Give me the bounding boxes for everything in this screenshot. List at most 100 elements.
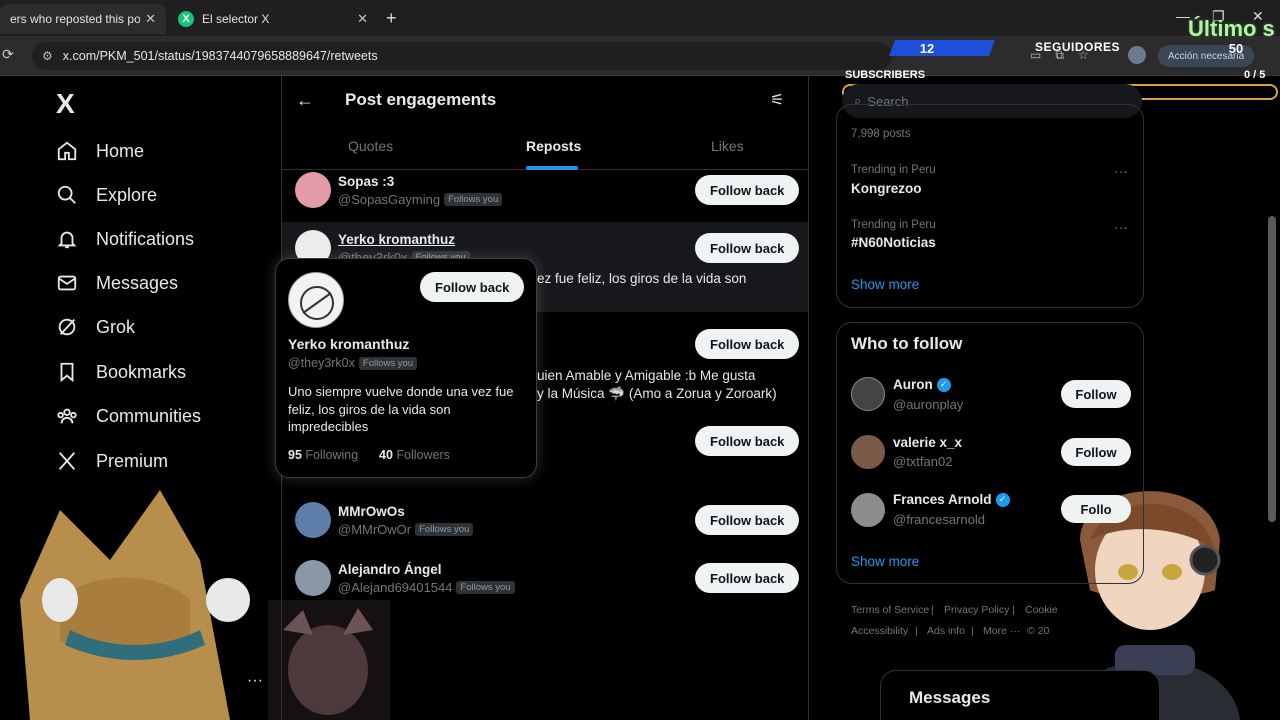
nav-label: Communities: [96, 405, 202, 426]
filter-icon[interactable]: ⚟: [770, 90, 784, 110]
nav-grok[interactable]: Grok: [56, 312, 135, 342]
footer-separator: |: [915, 625, 918, 637]
nav-label: Grok: [96, 316, 136, 337]
avatar[interactable]: [295, 502, 331, 538]
hover-card-handle: @they3rk0x Follows you: [288, 356, 418, 370]
footer-link[interactable]: Accessibility: [851, 625, 908, 637]
tab-quotes[interactable]: Quotes: [348, 138, 393, 154]
suggestion-name-text: valerie x_x: [893, 435, 963, 450]
user-handle: @MMrOwOr Follows you: [338, 522, 474, 537]
follow-back-button[interactable]: Follow back: [695, 329, 800, 359]
nav-label: Home: [96, 140, 145, 161]
follows-you-badge: Follows you: [415, 523, 474, 536]
close-tab-icon[interactable]: ✕: [145, 11, 156, 27]
user-bio-line: y la Música 🦈 (Amo a Zorua y Zoroark): [537, 386, 777, 401]
overlay-blue-banner: [889, 40, 995, 56]
suggestion-name-text: Frances Arnold: [893, 492, 992, 507]
who-to-follow-title: Who to follow: [851, 334, 963, 353]
user-bio: ez fue feliz, los giros de la vida son: [537, 271, 747, 286]
x-logo-icon[interactable]: X: [56, 88, 75, 120]
follow-back-button[interactable]: Follow back: [695, 426, 800, 456]
nav-label: Premium: [96, 450, 169, 471]
show-more-link[interactable]: Show more: [851, 277, 919, 292]
nav-communities[interactable]: Communities: [56, 401, 201, 431]
footer-link[interactable]: Cookie: [1025, 604, 1058, 616]
followers-link[interactable]: 40 Followers: [379, 448, 450, 462]
suggestion-name[interactable]: valerie x_x: [893, 435, 962, 450]
grok-icon: [56, 316, 78, 338]
nav-explore[interactable]: Explore: [56, 180, 157, 210]
user-name[interactable]: Sopas :3: [338, 174, 394, 189]
trend-name[interactable]: Kongrezoo: [851, 181, 922, 196]
nav-bookmarks[interactable]: Bookmarks: [56, 357, 186, 387]
follows-you-badge: Follows you: [444, 193, 503, 206]
user-name[interactable]: Alejandro Ángel: [338, 562, 442, 577]
follow-back-button[interactable]: Follow back: [695, 505, 800, 535]
overlay-left-count: 12: [919, 40, 935, 56]
hover-card-follow-back-button[interactable]: Follow back: [420, 272, 525, 302]
suggestion-name[interactable]: Frances Arnold ✓: [893, 492, 1010, 507]
home-icon: [56, 140, 78, 162]
page-scrollbar[interactable]: [1268, 216, 1276, 522]
follow-back-button[interactable]: Follow back: [695, 175, 800, 205]
trend-name[interactable]: #N60Noticias: [851, 235, 936, 250]
back-arrow-icon[interactable]: ←: [296, 90, 314, 111]
tab-likes[interactable]: Likes: [711, 138, 744, 154]
nav-label: Bookmarks: [96, 361, 187, 382]
footer-link[interactable]: Ads info: [927, 625, 965, 637]
suggestion-name[interactable]: Auron ✓: [893, 377, 951, 392]
footer-link[interactable]: More ···: [983, 625, 1020, 637]
follow-button[interactable]: Follow: [1061, 438, 1131, 466]
follows-you-badge: Follows you: [456, 581, 515, 594]
nav-label: Messages: [96, 272, 179, 293]
follows-you-badge: Follows you: [358, 356, 418, 370]
site-info-icon[interactable]: ⚙: [42, 49, 53, 63]
follow-button[interactable]: Follo: [1061, 495, 1131, 523]
more-options-icon[interactable]: ···: [1114, 163, 1128, 179]
url-field[interactable]: ⚙ x.com/PKM_501/status/19837440796588896…: [32, 42, 892, 70]
follow-button[interactable]: Follow: [1061, 380, 1131, 408]
new-tab-button[interactable]: +: [386, 8, 397, 29]
browser-tab-active[interactable]: ers who reposted this post / ✕: [0, 4, 166, 34]
browser-tab[interactable]: X El selector X ✕: [168, 4, 378, 34]
followers-label: Followers: [396, 448, 450, 462]
verified-badge-icon: ✓: [936, 377, 951, 392]
close-tab-icon[interactable]: ✕: [357, 11, 368, 27]
overlay-subs-value: 0 / 5: [1244, 69, 1266, 81]
footer-link[interactable]: Privacy Policy: [944, 604, 1009, 616]
avatar[interactable]: [851, 493, 885, 527]
url-text: x.com/PKM_501/status/1983744079658889647…: [62, 49, 378, 63]
hover-card-avatar[interactable]: [288, 272, 344, 328]
following-link[interactable]: 95 Following: [288, 448, 358, 462]
avatar[interactable]: [295, 172, 331, 208]
nav-messages[interactable]: Messages: [56, 268, 178, 298]
mail-icon: [56, 272, 78, 294]
messages-drawer-title[interactable]: Messages: [909, 688, 990, 708]
following-label: Following: [305, 448, 359, 462]
overlay-followers-value: 50: [1228, 40, 1244, 56]
follow-back-button[interactable]: Follow back: [695, 233, 800, 263]
follow-back-button[interactable]: Follow back: [695, 563, 800, 593]
avatar[interactable]: [295, 560, 331, 596]
nav-notifications[interactable]: Notifications: [56, 224, 194, 254]
reload-icon[interactable]: ⟳: [2, 46, 14, 63]
avatar[interactable]: [851, 377, 885, 411]
footer-link[interactable]: Terms of Service: [851, 604, 929, 616]
trend-context: Trending in Peru: [851, 219, 936, 231]
hover-card-name[interactable]: Yerko kromanthuz: [288, 336, 409, 352]
communities-icon: [56, 405, 78, 427]
user-handle: @Alejand69401544 Follows you: [338, 580, 515, 595]
more-options-icon[interactable]: ···: [1114, 219, 1128, 235]
nav-home[interactable]: Home: [56, 136, 144, 166]
profile-avatar-icon[interactable]: [1128, 46, 1146, 64]
avatar[interactable]: [851, 435, 885, 469]
footer-separator: |: [931, 604, 934, 616]
tab-reposts[interactable]: Reposts: [526, 138, 581, 154]
show-more-link[interactable]: Show more: [851, 554, 919, 569]
user-name[interactable]: Yerko kromanthuz: [338, 232, 455, 247]
nav-label: Notifications: [96, 228, 195, 249]
suggestion-handle: @francesarnold: [893, 512, 985, 527]
user-handle: @SopasGayming Follows you: [338, 192, 503, 207]
search-icon: [56, 184, 78, 206]
user-name[interactable]: MMrOwOs: [338, 504, 405, 519]
